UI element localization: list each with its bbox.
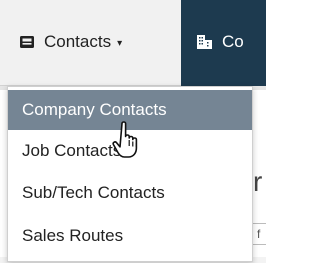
menu-item-label: Company Contacts — [22, 100, 167, 119]
menu-item-job-contacts[interactable]: Job Contacts — [8, 131, 252, 171]
building-icon — [197, 35, 212, 49]
address-card-icon — [20, 36, 34, 48]
nav-tab-companies-label: Co — [222, 32, 244, 51]
menu-item-label: Sales Routes — [22, 226, 124, 245]
page-heading-fragment: r — [253, 166, 263, 197]
nav-tab-companies[interactable]: Co — [197, 29, 244, 55]
contacts-dropdown-menu: Company Contacts Job Contacts Sub/Tech C… — [7, 86, 253, 262]
app-screen: r f Contacts ▾ Co Company Contacts Job C… — [0, 0, 266, 263]
nav-tab-contacts-label: Contacts — [44, 32, 112, 51]
page-field-fragment[interactable]: f — [252, 223, 266, 245]
top-navbar: Contacts ▾ Co — [0, 0, 266, 86]
menu-item-company-contacts[interactable]: Company Contacts — [8, 90, 252, 130]
menu-item-label: Sub/Tech Contacts — [22, 183, 165, 202]
menu-item-sub-tech-contacts[interactable]: Sub/Tech Contacts — [8, 173, 252, 213]
page-field-text: f — [257, 227, 261, 241]
menu-item-sales-routes[interactable]: Sales Routes — [8, 216, 252, 256]
menu-item-label: Job Contacts — [22, 141, 122, 160]
chevron-down-icon: ▾ — [117, 37, 123, 49]
nav-tab-contacts[interactable]: Contacts ▾ — [20, 29, 122, 55]
